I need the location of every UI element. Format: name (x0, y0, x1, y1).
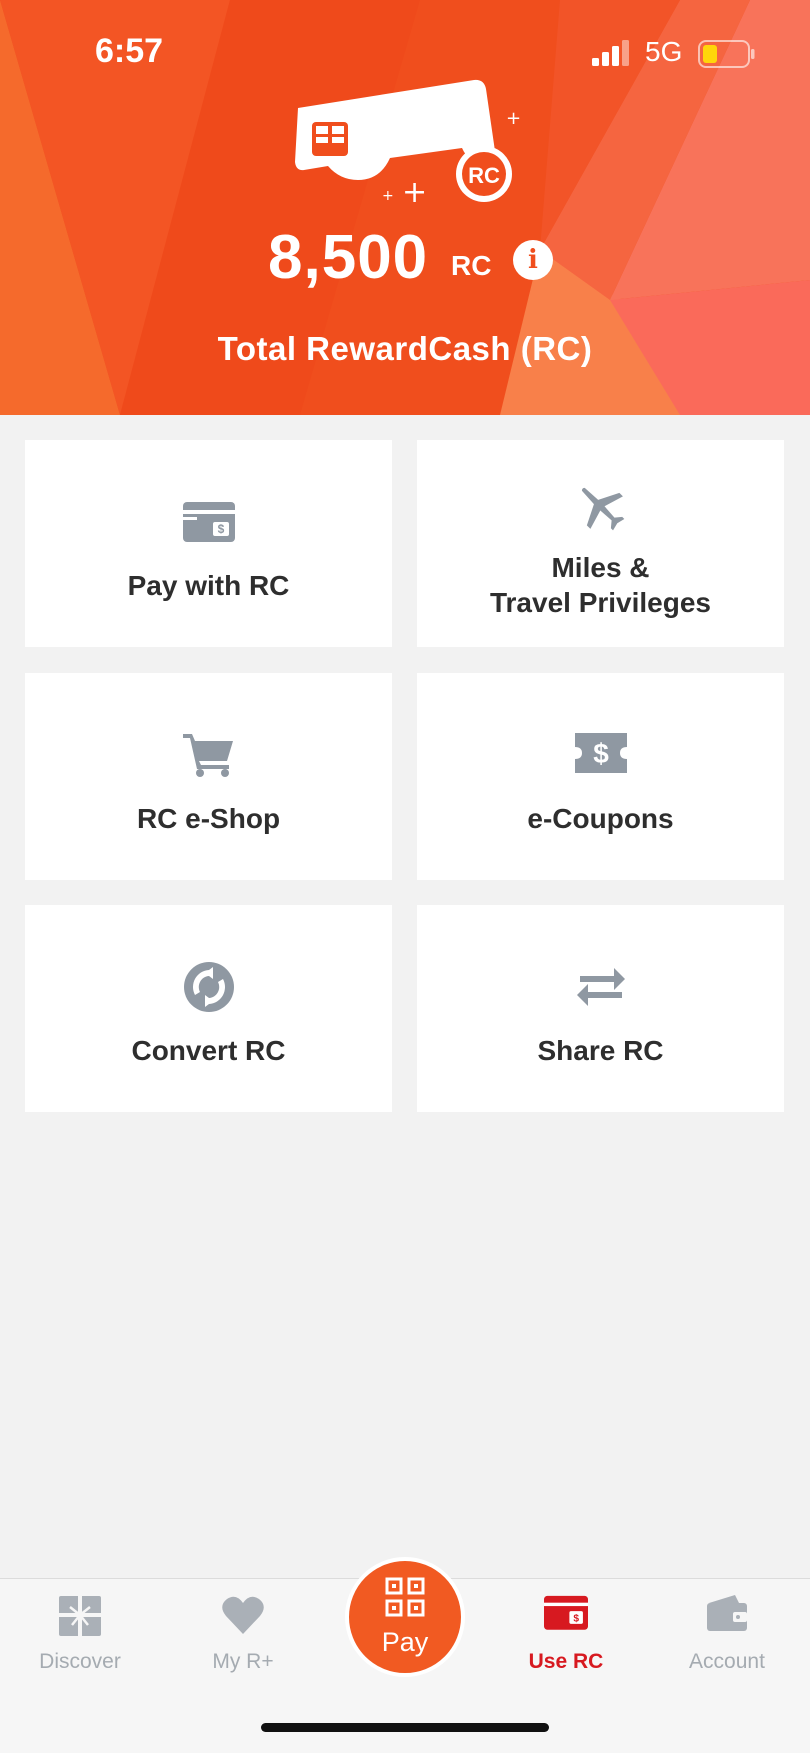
pay-label: Pay (381, 1627, 429, 1657)
tile-pay-with-rc[interactable]: $ Pay with RC (25, 440, 392, 647)
shopping-cart-icon (182, 734, 233, 777)
battery-icon (698, 40, 755, 68)
tile-convert-rc[interactable]: Convert RC (25, 905, 392, 1112)
svg-text:+: + (402, 175, 427, 206)
svg-text:$: $ (573, 1613, 579, 1624)
rc-balance-value: 8,500 (268, 223, 429, 292)
tile-miles-travel[interactable]: Miles & Travel Privileges (417, 440, 784, 647)
rewardcash-card-illustration: RC + + + (295, 79, 521, 206)
tile-label: e-Coupons (527, 803, 674, 834)
rewards-header: 6:57 5G RC + + + 8,500 RC i Total Reward… (0, 0, 810, 415)
tab-discover[interactable]: Discover (5, 1579, 155, 1699)
cellular-signal-icon (592, 40, 629, 66)
tile-label: Pay with RC (127, 570, 290, 601)
account-wallet-icon (707, 1595, 747, 1631)
svg-text:$: $ (593, 738, 609, 769)
tile-label: Convert RC (131, 1035, 286, 1066)
tile-label-line1: Miles & (551, 552, 650, 583)
status-time: 6:57 (95, 32, 164, 70)
ticket-icon: $ (574, 733, 627, 773)
network-type: 5G (645, 36, 683, 67)
svg-text:+: + (382, 188, 394, 204)
tile-rc-eshop[interactable]: RC e-Shop (25, 673, 392, 880)
tab-label: Use RC (528, 1650, 604, 1673)
balance-caption: Total RewardCash (RC) (217, 330, 593, 367)
tab-label: Account (689, 1650, 765, 1673)
pay-button[interactable]: Pay (345, 1557, 465, 1677)
wallet-icon: $ (544, 1595, 588, 1630)
tab-label: My R+ (212, 1650, 274, 1673)
wallet-icon: $ (182, 502, 235, 542)
balance-row: 8,500 RC i (0, 222, 810, 302)
swap-arrows-icon (576, 968, 625, 1006)
svg-text:+: + (506, 108, 521, 129)
airplane-icon (581, 487, 624, 531)
home-indicator (261, 1723, 549, 1732)
tab-my-r-plus[interactable]: My R+ (168, 1579, 318, 1699)
tab-use-rc[interactable]: $ Use RC (491, 1579, 641, 1699)
tile-label: RC e-Shop (136, 803, 281, 834)
tab-account[interactable]: Account (652, 1579, 802, 1699)
convert-icon (183, 962, 234, 1012)
tab-label: Discover (39, 1650, 121, 1673)
heart-icon (222, 1596, 264, 1634)
tile-ecoupons[interactable]: $ e-Coupons (417, 673, 784, 880)
svg-text:$: $ (217, 522, 224, 536)
gift-icon (59, 1596, 101, 1636)
tile-share-rc[interactable]: Share RC (417, 905, 784, 1112)
tile-label: Share RC (537, 1035, 664, 1066)
tile-label-line2: Travel Privileges (489, 587, 712, 618)
rc-balance-unit: RC (451, 250, 492, 281)
info-button[interactable]: i (513, 240, 553, 280)
card-badge-text: RC (468, 163, 500, 188)
info-icon: i (528, 245, 538, 275)
qr-code-icon (385, 1577, 425, 1617)
